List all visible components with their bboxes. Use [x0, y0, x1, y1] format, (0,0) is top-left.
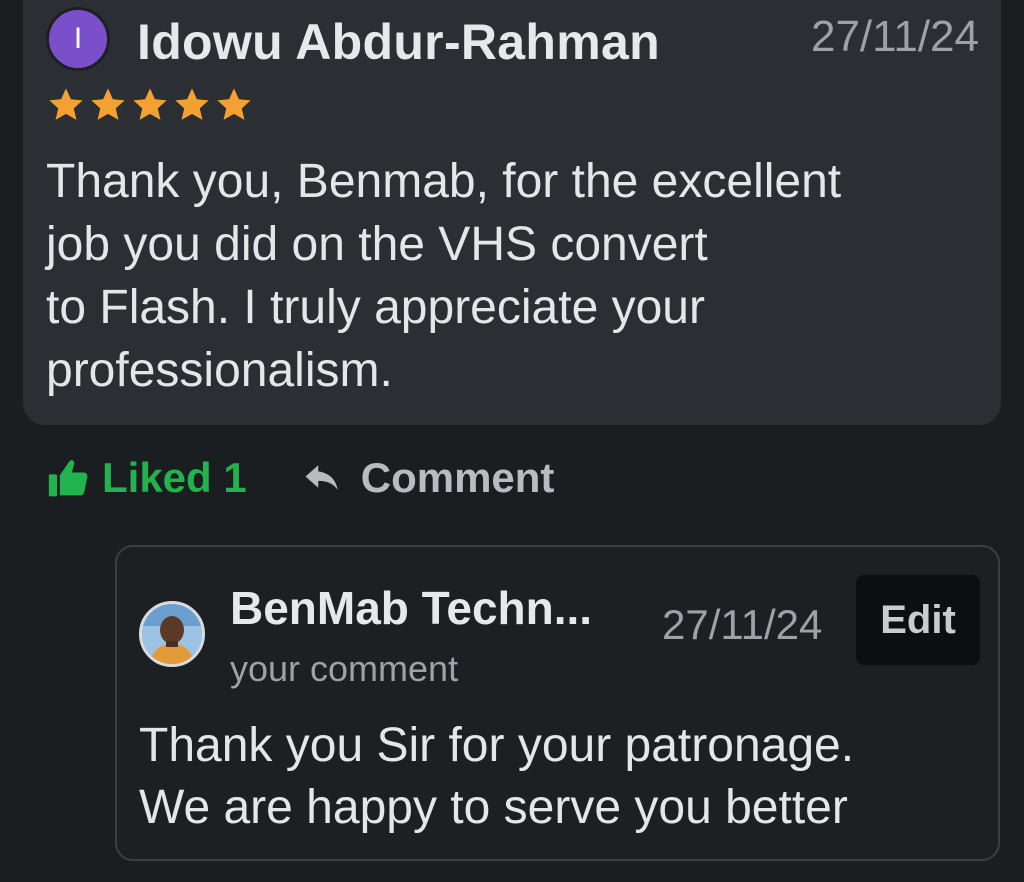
review-text: Thank you, Benmab, for the excellent job… [46, 155, 842, 397]
star-icon [217, 88, 251, 120]
like-label: Liked 1 [102, 454, 247, 501]
reply-arrow-icon [305, 465, 338, 490]
star-rating [47, 86, 253, 124]
reply-subtitle: your comment [230, 648, 459, 689]
comment-label: Comment [360, 454, 555, 501]
reply-date: 27/11/24 [662, 601, 823, 648]
reply-text: Thank you Sir for your patronage. We are… [139, 719, 855, 834]
reviewer-avatar[interactable]: I [46, 7, 110, 71]
star-icon [91, 88, 125, 120]
reviewer-name[interactable]: Idowu Abdur-Rahman [137, 13, 660, 71]
review-actions: Liked 1 Comment [46, 452, 554, 504]
edit-button[interactable]: Edit [856, 575, 980, 665]
review-date: 27/11/24 [810, 12, 979, 61]
reply-card: BenMab Techn... 27/11/24 Edit your comme… [115, 545, 1000, 861]
star-icon [49, 88, 83, 120]
profile-photo [142, 604, 202, 664]
star-icon [175, 88, 209, 120]
reply-author-avatar[interactable] [139, 601, 205, 667]
reply-author-name[interactable]: BenMab Techn... [230, 581, 592, 635]
avatar-initial: I [73, 22, 83, 55]
star-icon [133, 88, 167, 120]
comment-button[interactable]: Comment [303, 454, 555, 502]
like-button[interactable]: Liked 1 [46, 454, 247, 502]
thumbs-up-icon [48, 460, 88, 497]
